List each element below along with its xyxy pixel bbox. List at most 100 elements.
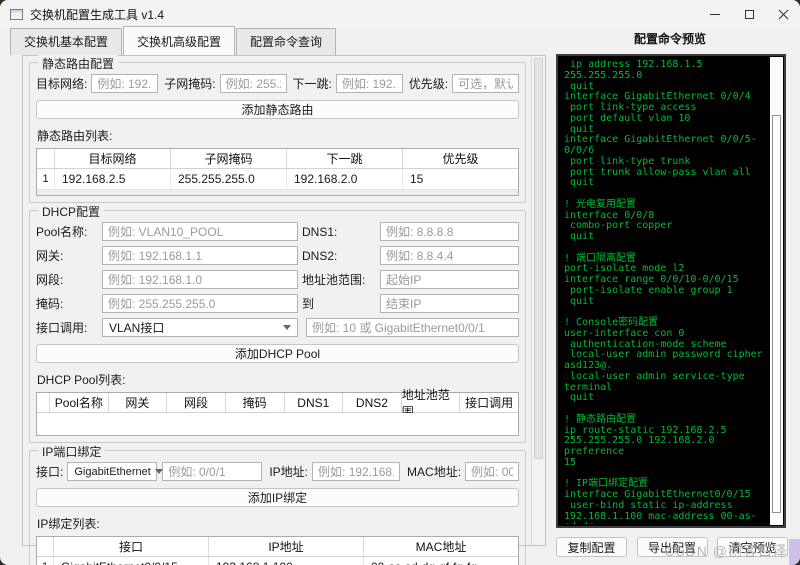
bind-col-mac: MAC地址 [363, 537, 518, 557]
table-cell[interactable]: 192.168.1.100 [208, 557, 363, 565]
table-cell[interactable]: 192.168.2.5 [54, 169, 170, 189]
ip-binding-list-label: IP绑定列表: [37, 517, 100, 531]
static-route-col-mask: 子网掩码 [170, 149, 286, 169]
subnet-mask-label: 子网掩码: [164, 77, 216, 91]
preview-title: 配置命令预览 [633, 32, 706, 46]
pool-range-start-input[interactable] [380, 270, 519, 289]
advanced-config-pane: 静态路由配置 目标网络: 子网掩码: 下一跳: 优先级: 添加静态路由 静态路由… [22, 55, 546, 565]
table-row-number[interactable]: 1 [37, 169, 54, 189]
export-config-button[interactable]: 导出配置 [636, 537, 708, 557]
dest-network-label: 目标网络: [36, 77, 88, 91]
minimize-button[interactable] [698, 0, 732, 28]
next-hop-input[interactable] [335, 74, 403, 93]
bind-ip-input[interactable] [312, 462, 401, 481]
watermark-strip [789, 539, 800, 565]
dns2-input[interactable] [380, 246, 519, 265]
priority-input[interactable] [452, 74, 519, 93]
table-cell[interactable]: GigabitEthernet0/0/15 [53, 557, 208, 565]
subnet-mask-input[interactable] [219, 74, 287, 93]
tab-command-query[interactable]: 配置命令查询 [236, 28, 337, 55]
dhcp-col-gateway: 网关 [107, 393, 167, 413]
close-icon [778, 9, 789, 20]
table-cell[interactable]: 255.255.255.0 [170, 169, 286, 189]
dhcp-col-dns1: DNS1 [283, 393, 343, 413]
pool-range-label: 地址池范围: [302, 273, 366, 287]
terminal-text: ip address 192.168.1.5 255.255.255.0 qui… [564, 60, 763, 524]
clear-preview-button[interactable]: 清空预览 [717, 537, 788, 557]
interface-call-input[interactable] [306, 318, 519, 337]
scrollbar-thumb[interactable] [534, 58, 543, 459]
bind-mac-label: MAC地址: [407, 465, 462, 479]
copy-config-button[interactable]: 复制配置 [556, 537, 627, 557]
next-hop-label: 下一跳: [292, 77, 332, 91]
ip-binding-group: IP端口绑定 接口: GigabitEthernet IP地址: MAC地址: … [29, 443, 526, 565]
mask-label: 掩码: [36, 297, 64, 311]
static-route-group-title: 静态路由配置 [38, 55, 119, 72]
network-input[interactable] [102, 270, 298, 289]
dhcp-col-network: 网段 [166, 393, 225, 413]
window-title: 交换机配置生成工具 v1.4 [30, 7, 165, 22]
dns1-input[interactable] [380, 222, 519, 241]
left-pane-scrollbar[interactable] [531, 56, 545, 545]
interface-call-select[interactable]: VLAN接口 [102, 318, 298, 337]
static-route-group: 静态路由配置 目标网络: 子网掩码: 下一跳: 优先级: 添加静态路由 静态路由… [29, 55, 526, 203]
dhcp-pool-table: Pool名称 网关 网段 掩码 DNS1 DNS2 地址池范围 接口调用 [36, 388, 519, 436]
network-label: 网段: [36, 273, 64, 287]
dhcp-group: DHCP配置 Pool名称: DNS1: 网关: DNS2: 网段: 地址池范围… [29, 203, 526, 443]
table-cell[interactable]: 00-as-sd-dg-gf-fg-fg [363, 557, 518, 565]
dhcp-col-pool: Pool名称 [49, 393, 108, 413]
static-route-col-priority: 优先级 [402, 149, 518, 169]
priority-label: 优先级: [408, 77, 449, 91]
gateway-label: 网关: [36, 249, 64, 263]
table-row-number[interactable]: 1 [37, 557, 53, 565]
static-route-col-nexthop: 下一跳 [286, 149, 402, 169]
ip-binding-group-title: IP端口绑定 [38, 443, 106, 460]
app-window: 交换机配置生成工具 v1.4 交换机基本配置 交换机高级配置 配置命令查询 静态… [0, 0, 800, 565]
add-ip-binding-button[interactable]: 添加IP绑定 [36, 488, 519, 507]
config-preview-terminal: ip address 192.168.1.5 255.255.255.0 qui… [556, 54, 786, 528]
tab-advanced-config[interactable]: 交换机高级配置 [123, 26, 236, 55]
preview-actions: 复制配置 导出配置 清空预览 [556, 537, 788, 557]
static-route-list-label: 静态路由列表: [37, 129, 113, 143]
static-route-table: 目标网络 子网掩码 下一跳 优先级 1 192.168.2.5 255.255.… [36, 148, 519, 196]
pool-name-input[interactable] [102, 222, 298, 241]
ip-binding-table: 接口 IP地址 MAC地址 1 GigabitEthernet0/0/15 19… [36, 536, 519, 565]
app-icon [10, 8, 23, 20]
table-cell[interactable]: 192.168.2.0 [286, 169, 402, 189]
maximize-icon [744, 9, 754, 19]
static-route-col-dest: 目标网络 [54, 149, 170, 169]
mask-input[interactable] [102, 294, 298, 313]
terminal-scrollbar[interactable] [770, 57, 783, 525]
bind-ip-label: IP地址: [269, 465, 309, 479]
maximize-button[interactable] [732, 0, 766, 28]
bind-col-ip: IP地址 [208, 537, 363, 557]
dns2-label: DNS2: [302, 248, 338, 263]
tab-basic-config[interactable]: 交换机基本配置 [10, 28, 123, 55]
bind-interface-label: 接口: [36, 465, 64, 479]
range-to-label: 到 [302, 297, 315, 311]
titlebar: 交换机配置生成工具 v1.4 [0, 0, 800, 28]
add-static-route-button[interactable]: 添加静态路由 [36, 100, 519, 119]
dhcp-col-range: 地址池范围 [400, 388, 460, 419]
dhcp-col-mask: 掩码 [224, 393, 284, 413]
chevron-down-icon [154, 469, 163, 474]
table-cell[interactable]: 15 [402, 169, 518, 189]
bind-interface-input[interactable] [162, 462, 263, 481]
close-button[interactable] [766, 0, 800, 28]
interface-call-label: 接口调用: [36, 321, 88, 335]
terminal-scrollbar-thumb[interactable] [772, 115, 781, 513]
dns1-label: DNS1: [302, 224, 338, 239]
dest-network-input[interactable] [91, 74, 159, 93]
gateway-input[interactable] [102, 246, 298, 265]
chevron-down-icon [283, 325, 291, 330]
bind-col-interface: 接口 [53, 537, 208, 557]
pool-range-end-input[interactable] [380, 294, 519, 313]
bind-mac-input[interactable] [465, 462, 519, 481]
dhcp-col-interface: 接口调用 [459, 393, 518, 413]
pool-name-label: Pool名称: [36, 225, 88, 239]
minimize-icon [710, 13, 720, 15]
bind-interface-select[interactable]: GigabitEthernet [67, 462, 163, 481]
dhcp-group-title: DHCP配置 [38, 203, 105, 220]
add-dhcp-pool-button[interactable]: 添加DHCP Pool [36, 344, 519, 363]
dhcp-col-dns2: DNS2 [342, 393, 401, 413]
